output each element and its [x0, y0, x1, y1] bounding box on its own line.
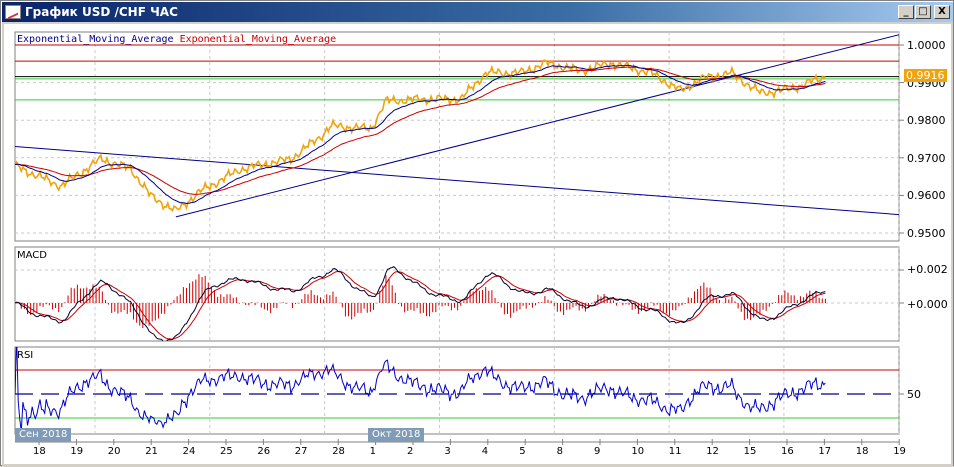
date-axis-label: 19: [70, 446, 84, 457]
month-label-oct: Окт 2018: [368, 428, 425, 442]
date-axis-label: 19: [893, 446, 906, 457]
ema-fast-legend[interactable]: Exponential_Moving_Average: [17, 34, 174, 45]
date-axis-label: 3: [444, 446, 451, 457]
date-axis-label: 18: [33, 446, 46, 457]
current-price-tag: 0.9916: [904, 69, 947, 82]
date-axis-label: 4: [481, 446, 489, 457]
date-axis-label: 21: [145, 446, 158, 457]
price-axis-label: 0.9500: [907, 227, 946, 240]
month-label-sep: Сен 2018: [15, 428, 72, 442]
date-axis-label: 25: [220, 446, 233, 457]
macd-label: MACD: [17, 250, 47, 261]
date-axis-label: 10: [631, 446, 645, 457]
macd-axis-label: +0.000: [907, 298, 948, 311]
rsi-axis-label: 50: [907, 388, 921, 401]
price-axis-label: 0.9800: [907, 114, 946, 128]
ema-slow-legend[interactable]: Exponential_Moving_Average: [180, 34, 337, 45]
date-axis-label: 16: [781, 446, 794, 457]
date-axis-label: 12: [706, 446, 719, 457]
date-axis-label: 9: [594, 446, 601, 457]
date-axis-label: 1: [369, 446, 376, 457]
panel-frame: [14, 246, 900, 342]
price-axis-label: 0.9600: [907, 189, 946, 203]
price-axis-label: 0.9700: [907, 151, 946, 165]
macd-axis-label: +0.002: [907, 263, 948, 276]
chart-canvas[interactable]: [1, 1, 954, 467]
panel-frame: [14, 346, 900, 435]
date-axis-label: 24: [182, 446, 196, 457]
date-axis-label: 8: [556, 446, 563, 457]
chart-window: График USD /CHF ЧАС _ □ X Exponential_Mo…: [0, 0, 954, 466]
date-axis-label: 28: [332, 446, 345, 457]
rsi-label: RSI: [17, 350, 34, 361]
date-axis-label: 26: [257, 446, 271, 457]
date-axis-label: 11: [668, 446, 682, 457]
date-axis-label: 2: [407, 446, 414, 457]
date-axis-label: 27: [294, 446, 308, 457]
date-axis-label: 15: [743, 446, 757, 457]
date-axis-label: 18: [855, 446, 869, 457]
price-axis-label: 1.0000: [907, 39, 946, 52]
date-axis-label: 5: [519, 446, 526, 457]
date-axis-label: 20: [107, 446, 121, 457]
indicator-legend: Exponential_Moving_Average Exponential_M…: [17, 34, 336, 45]
date-axis-label: 17: [818, 446, 832, 457]
panel-frame: [14, 31, 900, 242]
